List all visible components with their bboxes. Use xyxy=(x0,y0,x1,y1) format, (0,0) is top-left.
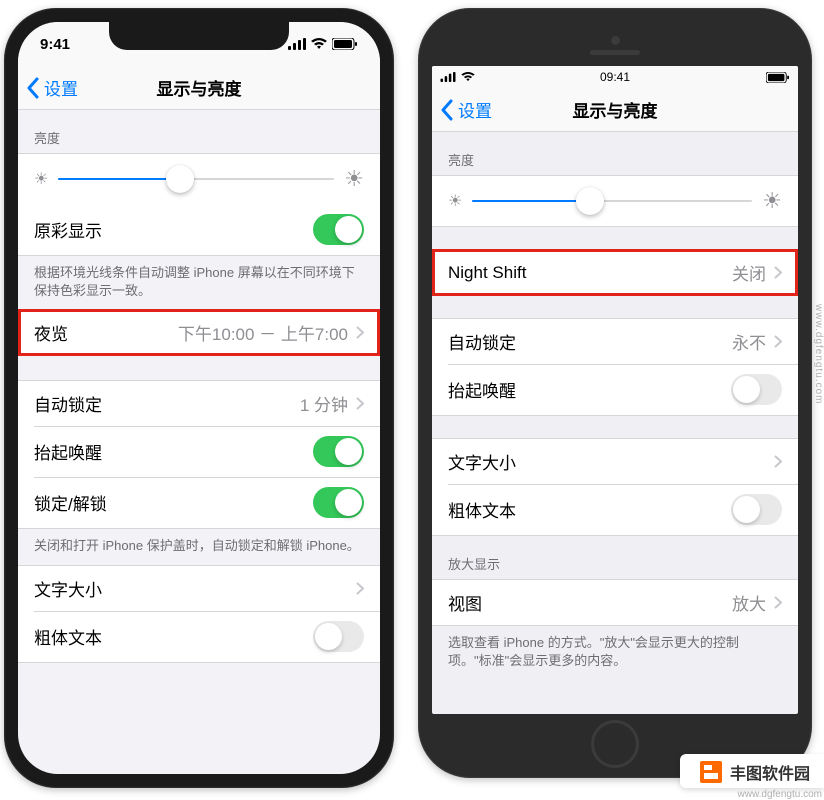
brand-logo-icon xyxy=(700,761,722,783)
nightshift-row[interactable]: 夜览 下午10:00 － 上午7:00 xyxy=(18,310,380,355)
chevron-right-icon xyxy=(774,455,782,468)
nightshift-value: 下午10:00 － 上午7:00 xyxy=(178,320,348,345)
autolock-value: 1 分钟 xyxy=(300,391,348,416)
chevron-left-icon xyxy=(26,77,40,99)
nightshift-row[interactable]: Night Shift 关闭 xyxy=(432,250,798,295)
nightshift-label: 夜览 xyxy=(34,320,68,345)
page-title: 显示与亮度 xyxy=(157,75,242,100)
sun-large-icon: ☀︎ xyxy=(762,188,782,214)
watermark-url: www.dgfengtu.com xyxy=(738,789,823,800)
back-label: 设置 xyxy=(44,75,78,100)
lock-unlock-label: 锁定/解锁 xyxy=(34,490,107,515)
bold-text-row: 粗体文本 xyxy=(18,611,380,662)
raise-label: 抬起唤醒 xyxy=(34,439,102,464)
raise-to-wake-row: 抬起唤醒 xyxy=(18,426,380,477)
status-icons xyxy=(288,38,358,50)
nav-bar: 设置 显示与亮度 xyxy=(432,88,798,132)
truetone-row: 原彩显示 xyxy=(18,204,380,255)
text-size-row[interactable]: 文字大小 xyxy=(432,439,798,484)
battery-icon xyxy=(332,38,358,50)
bold-text-toggle[interactable] xyxy=(731,494,782,525)
truetone-toggle[interactable] xyxy=(313,214,364,245)
chevron-left-icon xyxy=(440,99,454,121)
chevron-right-icon xyxy=(356,582,364,595)
brightness-slider[interactable] xyxy=(472,200,752,202)
iphone-x-device: 9:41 设置 显示与亮度 亮度 ☀︎ xyxy=(4,8,394,788)
brightness-header: 亮度 xyxy=(432,132,798,175)
chevron-right-icon xyxy=(774,266,782,279)
nightshift-label: Night Shift xyxy=(448,263,526,283)
autolock-label: 自动锁定 xyxy=(448,329,516,354)
display-zoom-label: 视图 xyxy=(448,590,482,615)
nightshift-value: 关闭 xyxy=(732,260,766,285)
lock-unlock-toggle[interactable] xyxy=(313,487,364,518)
sun-small-icon: ☀︎ xyxy=(448,191,462,211)
autolock-label: 自动锁定 xyxy=(34,391,102,416)
status-bar: 09:41 xyxy=(432,66,798,88)
wifi-icon xyxy=(311,38,327,50)
truetone-footer: 根据环境光线条件自动调整 iPhone 屏幕以在不同环境下保持色彩显示一致。 xyxy=(18,256,380,309)
home-button[interactable] xyxy=(591,720,639,768)
display-zoom-value: 放大 xyxy=(732,590,766,615)
chevron-right-icon xyxy=(356,326,364,339)
sun-large-icon: ☀︎ xyxy=(344,166,364,192)
back-button[interactable]: 设置 xyxy=(26,75,78,100)
back-label: 设置 xyxy=(458,97,492,122)
brand-name: 丰图软件园 xyxy=(730,760,810,784)
zoom-header: 放大显示 xyxy=(432,536,798,579)
iphone-x-screen: 9:41 设置 显示与亮度 亮度 ☀︎ xyxy=(18,22,380,774)
wifi-icon xyxy=(461,72,475,82)
bold-text-row: 粗体文本 xyxy=(432,484,798,535)
nightshift-group: 夜览 下午10:00 － 上午7:00 xyxy=(18,309,380,356)
raise-label: 抬起唤醒 xyxy=(448,377,516,402)
autolock-row[interactable]: 自动锁定 1 分钟 xyxy=(18,381,380,426)
notch xyxy=(109,22,289,50)
raise-toggle[interactable] xyxy=(731,374,782,405)
bold-text-label: 粗体文本 xyxy=(448,497,516,522)
status-time: 09:41 xyxy=(600,70,630,84)
truetone-label: 原彩显示 xyxy=(34,217,102,242)
chevron-right-icon xyxy=(774,335,782,348)
display-zoom-row[interactable]: 视图 放大 xyxy=(432,580,798,625)
page-title: 显示与亮度 xyxy=(573,97,658,122)
battery-icon xyxy=(766,72,790,83)
raise-toggle[interactable] xyxy=(313,436,364,467)
back-button[interactable]: 设置 xyxy=(440,97,492,122)
autolock-row[interactable]: 自动锁定 永不 xyxy=(432,319,798,364)
signal-icon xyxy=(440,72,456,82)
sun-small-icon: ☀︎ xyxy=(34,169,48,189)
chevron-right-icon xyxy=(356,397,364,410)
zoom-footer: 选取查看 iPhone 的方式。"放大"会显示更大的控制项。"标准"会显示更多的… xyxy=(432,626,798,679)
iphone-8-screen: 09:41 设置 显示与亮度 亮度 ☀︎ ☀︎ xyxy=(432,66,798,714)
brightness-slider[interactable] xyxy=(58,178,334,180)
brightness-slider-row: ☀︎ ☀︎ xyxy=(18,154,380,204)
autolock-value: 永不 xyxy=(732,329,766,354)
side-url: www.dgfengtu.com xyxy=(813,304,824,405)
lock-unlock-row: 锁定/解锁 xyxy=(18,477,380,528)
text-size-label: 文字大小 xyxy=(34,576,102,601)
iphone-8-device: 09:41 设置 显示与亮度 亮度 ☀︎ ☀︎ xyxy=(418,8,812,778)
lock-unlock-footer: 关闭和打开 iPhone 保护盖时，自动锁定和解锁 iPhone。 xyxy=(18,529,380,565)
signal-icon xyxy=(288,38,306,50)
nightshift-group: Night Shift 关闭 xyxy=(432,249,798,296)
status-time: 9:41 xyxy=(40,36,70,53)
bold-text-label: 粗体文本 xyxy=(34,624,102,649)
chevron-right-icon xyxy=(774,596,782,609)
brightness-slider-row: ☀︎ ☀︎ xyxy=(432,176,798,226)
raise-to-wake-row: 抬起唤醒 xyxy=(432,364,798,415)
watermark: 丰图软件园 xyxy=(680,754,824,788)
brightness-header: 亮度 xyxy=(18,110,380,153)
text-size-label: 文字大小 xyxy=(448,449,516,474)
nav-bar: 设置 显示与亮度 xyxy=(18,66,380,110)
bold-text-toggle[interactable] xyxy=(313,621,364,652)
text-size-row[interactable]: 文字大小 xyxy=(18,566,380,611)
speaker xyxy=(590,36,640,55)
